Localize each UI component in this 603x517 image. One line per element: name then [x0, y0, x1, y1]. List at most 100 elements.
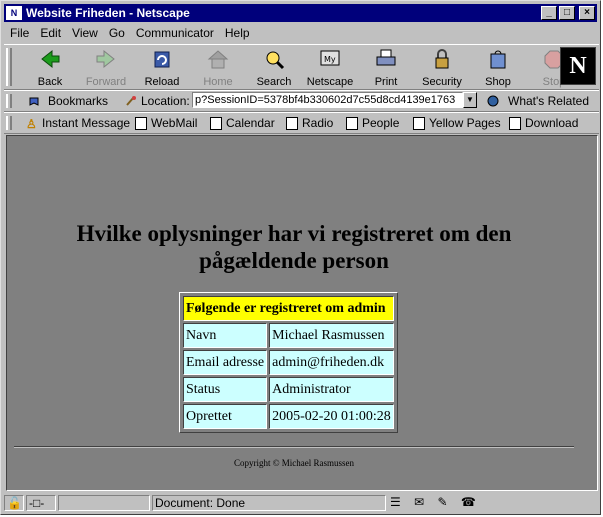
component-bar: ☰ ✉ ✎ ☎ [388, 495, 598, 511]
page-heading: Hvilke oplysninger har vi registreret om… [7, 220, 581, 274]
yellow-pages-button[interactable]: Yellow Pages [413, 116, 501, 130]
personal-grip[interactable] [6, 116, 12, 130]
netscape-logo[interactable]: N [560, 47, 596, 85]
menu-help[interactable]: Help [225, 26, 250, 40]
back-arrow-icon [41, 49, 60, 69]
row-value: Michael Rasmussen [269, 323, 394, 348]
maximize-button[interactable]: □ [559, 6, 575, 20]
reload-icon [154, 51, 170, 68]
copyright-text: Copyright © Michael Rasmussen [233, 458, 355, 468]
home-icon [207, 50, 229, 69]
forward-label: Forward [85, 76, 127, 88]
row-label: Navn [183, 323, 268, 348]
bookmarks-icon [29, 97, 39, 106]
people-button[interactable]: People [346, 116, 399, 130]
mail-icon[interactable]: ✉ [414, 495, 424, 509]
search-button[interactable]: Search [249, 47, 299, 88]
back-button[interactable]: Back [25, 47, 75, 88]
bookmark-page-icon [135, 116, 147, 130]
radio-button[interactable]: Radio [286, 116, 333, 130]
menu-edit[interactable]: Edit [40, 26, 61, 40]
instant-message-button[interactable]: ♙ Instant Message [26, 116, 130, 131]
security-label: Security [422, 76, 462, 88]
webmail-label: WebMail [151, 116, 198, 130]
home-button[interactable]: Home [193, 47, 243, 88]
radio-label: Radio [302, 116, 334, 130]
location-label: Location: [141, 94, 190, 108]
minimize-button[interactable]: _ [541, 6, 557, 20]
composer-icon[interactable]: ✎ [438, 495, 448, 509]
row-label: Status [183, 377, 268, 402]
window-title: Website Friheden - Netscape [26, 6, 190, 20]
lock-icon [435, 49, 449, 69]
url-input[interactable]: p?SessionID=5378bf4b330602d7c55d8cd4139e… [192, 92, 463, 108]
row-value: 2005-02-20 01:00:28 [269, 404, 394, 429]
page-content: Hvilke oplysninger har vi registreret om… [6, 135, 598, 491]
progress-bar [58, 495, 150, 511]
netscape-button[interactable]: My Netscape [305, 47, 355, 88]
bookmark-page-icon [509, 116, 521, 130]
table-header-row: Følgende er registreret om admin [183, 296, 394, 321]
url-dropdown-button[interactable]: ▼ [463, 92, 477, 108]
title-bar[interactable]: N Website Friheden - Netscape _ □ × [4, 4, 597, 22]
printer-icon [376, 49, 396, 66]
download-label: Download [525, 116, 579, 130]
calendar-button[interactable]: Calendar [210, 116, 275, 130]
close-button[interactable]: × [579, 6, 595, 20]
bookmark-page-icon [413, 116, 425, 130]
table-header: Følgende er registreret om admin [183, 296, 394, 321]
netscape-icon: N [6, 6, 22, 20]
bookmark-page-icon [346, 116, 358, 130]
yellow-pages-label: Yellow Pages [429, 116, 501, 130]
download-button[interactable]: Download [509, 116, 578, 130]
my-netscape-icon: My [320, 50, 340, 66]
bookmarks-label: Bookmarks [48, 94, 109, 108]
row-value: Administrator [269, 377, 394, 402]
webmail-button[interactable]: WebMail [135, 116, 197, 130]
security-button[interactable]: Security [417, 47, 467, 88]
row-label: Oprettet [183, 404, 268, 429]
people-label: People [362, 116, 400, 130]
security-lock-icon[interactable]: 🔓 [4, 495, 24, 511]
whats-related-button[interactable]: What's Related [482, 94, 589, 108]
location-icon [126, 96, 136, 106]
location-grip[interactable] [6, 94, 12, 108]
forward-button[interactable]: Forward [81, 47, 131, 88]
browser-window: N Website Friheden - Netscape _ □ × File… [0, 0, 601, 515]
bookmark-page-icon [286, 116, 298, 130]
svg-text:My: My [324, 55, 336, 64]
calendar-label: Calendar [226, 116, 275, 130]
row-label: Email adresse [183, 350, 268, 375]
table-row: Email adresse admin@friheden.dk [183, 350, 394, 375]
toolbar-grip[interactable] [6, 48, 12, 86]
netscape-label: Netscape [306, 76, 354, 88]
shop-icon [490, 50, 506, 69]
search-icon [266, 51, 285, 70]
bookmarks-button[interactable]: Bookmarks [24, 94, 108, 108]
forward-arrow-icon [96, 49, 115, 69]
navigation-toolbar: Back Forward Reload Home Search My Netsc… [4, 44, 599, 90]
reload-button[interactable]: Reload [137, 47, 187, 88]
table-row: Status Administrator [183, 377, 394, 402]
menu-bar: File Edit View Go Communicator Help [4, 24, 597, 42]
heading-line-2: pågældende person [199, 248, 389, 273]
address-book-icon[interactable]: ☎ [461, 495, 476, 509]
bookmark-page-icon [210, 116, 222, 130]
menu-communicator[interactable]: Communicator [136, 26, 214, 40]
heading-line-1: Hvilke oplysninger har vi registreret om… [76, 221, 512, 246]
home-label: Home [203, 76, 233, 88]
menu-file[interactable]: File [10, 26, 29, 40]
reload-label: Reload [144, 76, 180, 88]
menu-go[interactable]: Go [109, 26, 125, 40]
connection-icon: -□- [26, 495, 56, 511]
print-button[interactable]: Print [361, 47, 411, 88]
row-value: admin@friheden.dk [269, 350, 394, 375]
navigator-icon[interactable]: ☰ [390, 495, 401, 509]
search-label: Search [256, 76, 292, 88]
status-text: Document: Done [152, 495, 386, 511]
table-row: Oprettet 2005-02-20 01:00:28 [183, 404, 394, 429]
table-row: Navn Michael Rasmussen [183, 323, 394, 348]
menu-view[interactable]: View [72, 26, 98, 40]
shop-button[interactable]: Shop [473, 47, 523, 88]
status-bar: 🔓 -□- Document: Done ☰ ✉ ✎ ☎ [4, 494, 599, 512]
